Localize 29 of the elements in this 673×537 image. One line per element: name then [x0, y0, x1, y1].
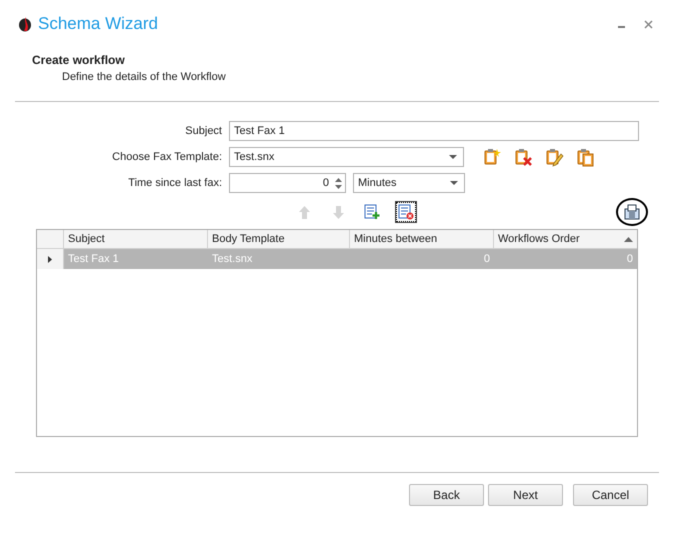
delete-document-icon[interactable] — [514, 148, 533, 166]
fax-icon[interactable] — [624, 204, 640, 220]
wizard-button[interactable]: Next — [488, 484, 563, 506]
wizard-button[interactable]: Cancel — [573, 484, 648, 506]
subject-field[interactable]: Test Fax 1 — [229, 121, 639, 141]
field-label: Subject — [184, 125, 222, 137]
add-row-icon[interactable] — [364, 204, 380, 220]
number-spinner[interactable]: 0 — [229, 173, 346, 193]
table-cell: 0 — [350, 249, 494, 269]
field-label: Time since last fax: — [127, 177, 222, 189]
unit-dropdown[interactable]: Minutes — [353, 173, 465, 193]
copy-document-icon[interactable] — [576, 148, 595, 166]
new-document-icon[interactable] — [483, 148, 502, 166]
close-icon[interactable] — [644, 20, 653, 28]
caret-icon — [450, 181, 458, 185]
edit-document-icon[interactable] — [545, 148, 564, 166]
page-heading: Create workflow — [32, 53, 126, 67]
template-dropdown[interactable]: Test.snx — [229, 147, 464, 167]
window-title: Schema Wizard — [38, 14, 158, 34]
field-label: Choose Fax Template: — [111, 151, 222, 163]
spin-arrows-icon — [335, 176, 342, 190]
table-cell: Test Fax 1 — [64, 249, 208, 269]
caret-icon — [449, 155, 457, 159]
wizard-button[interactable]: Back — [409, 484, 484, 506]
page-subtitle: Define the details of the Workflow — [61, 70, 227, 83]
flame-logo-icon — [18, 16, 32, 32]
table-cell: Test.snx — [208, 249, 350, 269]
delete-row-icon[interactable] — [398, 204, 414, 220]
table-cell: 0 — [494, 249, 637, 269]
